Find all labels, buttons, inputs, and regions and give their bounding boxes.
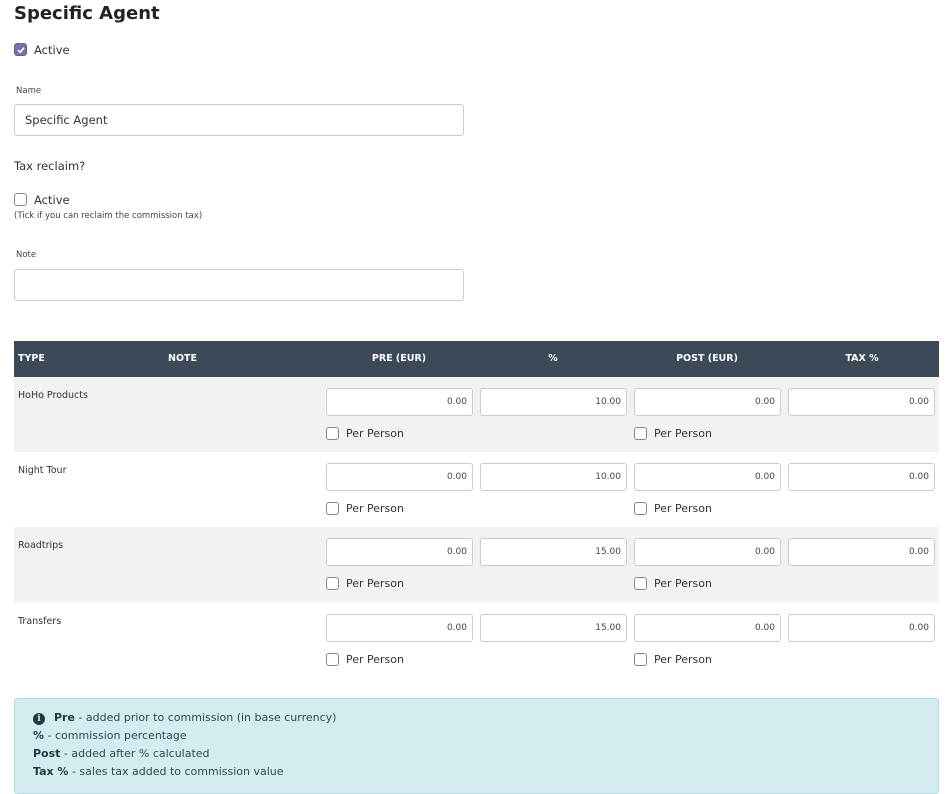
- post-per-person-checkbox[interactable]: [634, 501, 647, 515]
- per-person-label: Per Person: [346, 577, 404, 590]
- pre-per-person-checkbox[interactable]: [326, 576, 339, 590]
- active-label: Active: [34, 43, 70, 57]
- name-label: Name: [16, 86, 42, 96]
- pre-per-person-checkbox-row[interactable]: Per Person: [326, 576, 404, 590]
- checkmark-icon: [17, 47, 25, 54]
- post-input[interactable]: 0.00: [634, 388, 781, 416]
- header-percent: %: [548, 353, 558, 364]
- table-row: Night Tour 0.00 10.00 0.00 0.00 Per Pers…: [14, 452, 939, 527]
- table-row: HoHo Products 0.00 10.00 0.00 0.00 Per P…: [14, 377, 939, 452]
- legend-term: Tax %: [33, 765, 69, 778]
- post-per-person-checkbox-row[interactable]: Per Person: [634, 501, 712, 515]
- header-tax: TAX %: [845, 353, 879, 364]
- pre-input[interactable]: 0.00: [326, 463, 473, 491]
- percent-input[interactable]: 10.00: [480, 463, 627, 491]
- legend-desc: - sales tax added to commission value: [68, 765, 284, 778]
- post-per-person-checkbox-row[interactable]: Per Person: [634, 426, 712, 440]
- header-post: POST (EUR): [676, 353, 738, 364]
- page-title: Specific Agent: [14, 3, 160, 24]
- header-pre: PRE (EUR): [371, 353, 427, 364]
- table-row: Transfers 0.00 15.00 0.00 0.00 Per Perso…: [14, 603, 939, 678]
- legend-line-pre: i Pre - added prior to commission (in bas…: [33, 711, 336, 725]
- pre-input[interactable]: 0.00: [326, 388, 473, 416]
- tax-reclaim-checkbox-row[interactable]: Active: [14, 193, 70, 207]
- tax-input[interactable]: 0.00: [788, 538, 935, 566]
- post-input[interactable]: 0.00: [634, 463, 781, 491]
- tax-reclaim-hint: (Tick if you can reclaim the commission …: [14, 211, 203, 221]
- pre-input[interactable]: 0.00: [326, 538, 473, 566]
- name-input[interactable]: Specific Agent: [14, 104, 464, 136]
- note-label: Note: [16, 250, 37, 260]
- post-input[interactable]: 0.00: [634, 614, 781, 642]
- active-checkbox-row[interactable]: Active: [14, 43, 70, 57]
- tax-reclaim-heading: Tax reclaim?: [14, 159, 86, 173]
- row-type-label: Roadtrips: [18, 540, 64, 551]
- commission-table-header: TYPE NOTE PRE (EUR) % POST (EUR) TAX %: [14, 341, 939, 377]
- tax-reclaim-checkbox[interactable]: [14, 193, 27, 206]
- legend-line-percent: % - commission percentage: [33, 729, 187, 742]
- active-checkbox[interactable]: [14, 43, 27, 56]
- post-per-person-checkbox[interactable]: [634, 652, 647, 666]
- tax-input[interactable]: 0.00: [788, 614, 935, 642]
- row-type-label: HoHo Products: [18, 390, 88, 401]
- per-person-label: Per Person: [654, 427, 712, 440]
- per-person-label: Per Person: [654, 502, 712, 515]
- tax-reclaim-label: Active: [34, 193, 70, 207]
- per-person-label: Per Person: [346, 502, 404, 515]
- info-circle-icon: i: [33, 713, 45, 725]
- pre-per-person-checkbox[interactable]: [326, 652, 339, 666]
- table-row: Roadtrips 0.00 15.00 0.00 0.00 Per Perso…: [14, 527, 939, 602]
- pre-per-person-checkbox-row[interactable]: Per Person: [326, 501, 404, 515]
- legend-desc: - added prior to commission (in base cur…: [74, 711, 337, 724]
- percent-input[interactable]: 15.00: [480, 538, 627, 566]
- legend-term: %: [33, 729, 45, 742]
- header-type: TYPE: [18, 353, 45, 364]
- legend-line-tax: Tax % - sales tax added to commission va…: [33, 765, 284, 778]
- post-input[interactable]: 0.00: [634, 538, 781, 566]
- per-person-label: Per Person: [654, 653, 712, 666]
- percent-input[interactable]: 15.00: [480, 614, 627, 642]
- name-input-value: Specific Agent: [25, 113, 108, 127]
- post-per-person-checkbox-row[interactable]: Per Person: [634, 576, 712, 590]
- row-type-label: Transfers: [18, 616, 62, 627]
- legend-desc: - commission percentage: [44, 729, 187, 742]
- tax-input[interactable]: 0.00: [788, 463, 935, 491]
- percent-input[interactable]: 10.00: [480, 388, 627, 416]
- pre-per-person-checkbox[interactable]: [326, 426, 339, 440]
- row-type-label: Night Tour: [18, 465, 67, 476]
- post-per-person-checkbox[interactable]: [634, 576, 647, 590]
- legend-term: Pre: [54, 711, 75, 724]
- pre-input[interactable]: 0.00: [326, 614, 473, 642]
- tax-input[interactable]: 0.00: [788, 388, 935, 416]
- per-person-label: Per Person: [346, 427, 404, 440]
- per-person-label: Per Person: [346, 653, 404, 666]
- pre-per-person-checkbox-row[interactable]: Per Person: [326, 652, 404, 666]
- legend-info-box: i Pre - added prior to commission (in bas…: [14, 698, 939, 794]
- post-per-person-checkbox[interactable]: [634, 426, 647, 440]
- pre-per-person-checkbox-row[interactable]: Per Person: [326, 426, 404, 440]
- header-note: NOTE: [168, 353, 197, 364]
- legend-term: Post: [33, 747, 61, 760]
- note-input[interactable]: [14, 269, 464, 301]
- pre-per-person-checkbox[interactable]: [326, 501, 339, 515]
- legend-desc: - added after % calculated: [60, 747, 210, 760]
- post-per-person-checkbox-row[interactable]: Per Person: [634, 652, 712, 666]
- legend-line-post: Post - added after % calculated: [33, 747, 210, 760]
- per-person-label: Per Person: [654, 577, 712, 590]
